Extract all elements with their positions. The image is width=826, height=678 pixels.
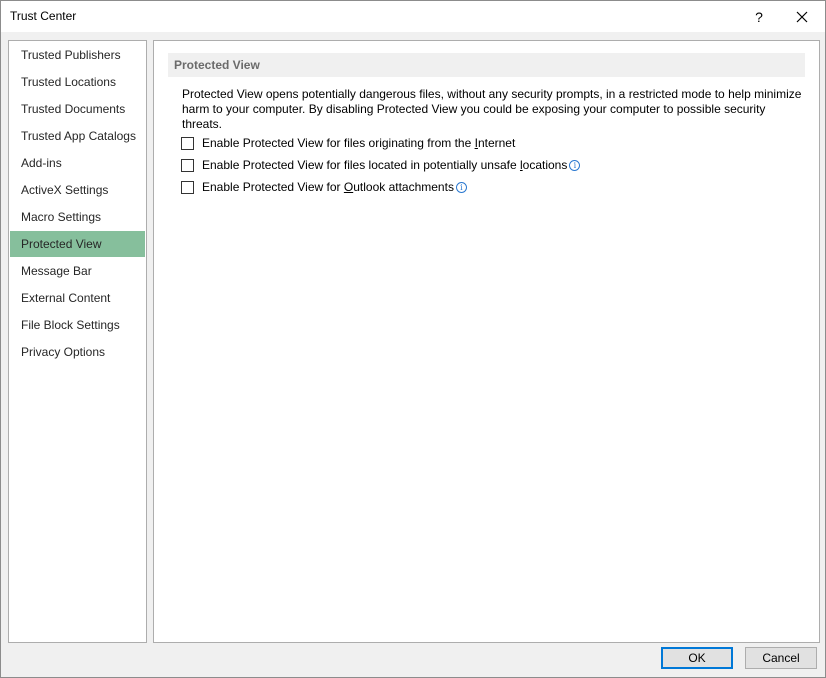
outlook-attachments-checkbox[interactable] xyxy=(181,180,194,194)
trust-center-dialog: Trust Center ? Trusted Publishers Truste… xyxy=(0,0,826,678)
ok-button[interactable]: OK xyxy=(661,647,733,669)
cancel-button[interactable]: Cancel xyxy=(745,647,817,669)
unsafe-locations-label: Enable Protected View for files located … xyxy=(202,158,568,172)
internet-files-checkbox[interactable] xyxy=(181,136,194,150)
help-icon: ? xyxy=(755,8,763,25)
close-button[interactable] xyxy=(787,1,817,32)
outlook-attachments-label: Enable Protected View for Outlook attach… xyxy=(202,180,454,194)
main-panel: Protected View Protected View opens pote… xyxy=(153,40,820,643)
sidebar-item-add-ins[interactable]: Add-ins xyxy=(10,150,145,176)
sidebar-item-message-bar[interactable]: Message Bar xyxy=(10,258,145,284)
description-text: Protected View opens potentially dangero… xyxy=(182,87,802,131)
sidebar-item-activex-settings[interactable]: ActiveX Settings xyxy=(10,177,145,203)
unsafe-locations-checkbox[interactable] xyxy=(181,158,194,172)
help-button[interactable]: ? xyxy=(745,1,773,32)
sidebar-item-trusted-publishers[interactable]: Trusted Publishers xyxy=(10,42,145,68)
section-title: Protected View xyxy=(174,58,260,72)
sidebar-item-external-content[interactable]: External Content xyxy=(10,285,145,311)
window-title: Trust Center xyxy=(10,9,77,23)
sidebar: Trusted Publishers Trusted Locations Tru… xyxy=(8,40,147,643)
option-outlook-attachments[interactable]: Enable Protected View for Outlook attach… xyxy=(181,178,467,196)
info-icon[interactable]: i xyxy=(569,159,581,171)
sidebar-item-trusted-locations[interactable]: Trusted Locations xyxy=(10,69,145,95)
sidebar-item-trusted-app-catalogs[interactable]: Trusted App Catalogs xyxy=(10,123,145,149)
internet-files-label: Enable Protected View for files originat… xyxy=(202,136,516,150)
option-unsafe-locations[interactable]: Enable Protected View for files located … xyxy=(181,156,581,174)
sidebar-item-trusted-documents[interactable]: Trusted Documents xyxy=(10,96,145,122)
sidebar-item-privacy-options[interactable]: Privacy Options xyxy=(10,339,145,365)
section-header: Protected View xyxy=(168,53,805,77)
sidebar-item-file-block-settings[interactable]: File Block Settings xyxy=(10,312,145,338)
sidebar-item-protected-view[interactable]: Protected View xyxy=(10,231,145,257)
sidebar-item-macro-settings[interactable]: Macro Settings xyxy=(10,204,145,230)
title-bar: Trust Center ? xyxy=(1,1,825,32)
info-icon[interactable]: i xyxy=(455,181,467,193)
option-internet-files[interactable]: Enable Protected View for files originat… xyxy=(181,134,515,152)
close-icon xyxy=(796,11,808,22)
